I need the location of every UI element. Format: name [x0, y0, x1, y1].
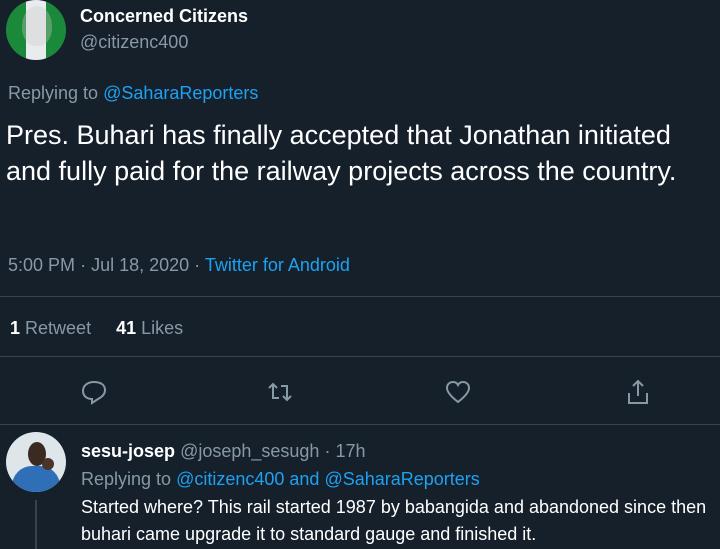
reply-header: sesu-josep @joseph_sesugh · 17h — [81, 441, 366, 462]
author-handle[interactable]: @citizenc400 — [80, 32, 188, 53]
reply-author-handle[interactable]: @joseph_sesugh — [180, 441, 319, 461]
likes-count: 41 — [116, 318, 137, 338]
reply-icon — [81, 380, 107, 405]
divider — [0, 356, 720, 357]
thread-line — [35, 500, 37, 549]
share-button[interactable] — [624, 378, 656, 410]
retweet-icon — [268, 382, 292, 402]
reply-text: Started where? This rail started 1987 by… — [81, 497, 707, 544]
tweet-time[interactable]: 5:00 PM — [8, 255, 75, 275]
reply-replying-to: Replying to @citizenc400 and @SaharaRepo… — [81, 469, 480, 490]
reply-time[interactable]: 17h — [335, 441, 365, 461]
retweets-label: Retweet — [25, 318, 92, 338]
likes-stat[interactable]: 41 Likes — [116, 318, 183, 338]
tweet-date[interactable]: Jul 18, 2020 — [91, 255, 189, 275]
author-avatar[interactable] — [6, 0, 66, 60]
heart-icon — [445, 380, 471, 404]
divider — [0, 296, 720, 297]
likes-label: Likes — [141, 318, 184, 338]
reply-author-name[interactable]: sesu-josep — [81, 441, 175, 461]
divider — [0, 424, 720, 425]
reply-replying-to-handles[interactable]: @citizenc400 and @SaharaReporters — [176, 469, 480, 489]
reply-button[interactable] — [80, 378, 112, 410]
retweet-button[interactable] — [266, 378, 298, 410]
retweets-count: 1 — [10, 318, 21, 338]
tweet-stats: 1 Retweet 41 Likes — [10, 318, 183, 339]
replying-to-handle[interactable]: @SaharaReporters — [103, 83, 258, 103]
like-button[interactable] — [444, 378, 476, 410]
replying-to-prefix: Replying to — [8, 83, 99, 103]
author-name[interactable]: Concerned Citizens — [80, 6, 248, 27]
reply-replying-to-prefix: Replying to — [81, 469, 172, 489]
reply-avatar[interactable] — [6, 432, 66, 492]
reply-separator: · — [324, 441, 331, 461]
replying-to: Replying to @SaharaReporters — [8, 83, 258, 104]
retweets-stat[interactable]: 1 Retweet — [10, 318, 96, 338]
tweet-text: Pres. Buhari has finally accepted that J… — [6, 120, 677, 186]
tweet-source[interactable]: Twitter for Android — [205, 255, 350, 275]
share-icon — [628, 379, 648, 404]
tweet-meta: 5:00 PM · Jul 18, 2020 · Twitter for And… — [8, 255, 350, 276]
meta-separator: · — [194, 255, 201, 275]
meta-separator: · — [80, 255, 87, 275]
